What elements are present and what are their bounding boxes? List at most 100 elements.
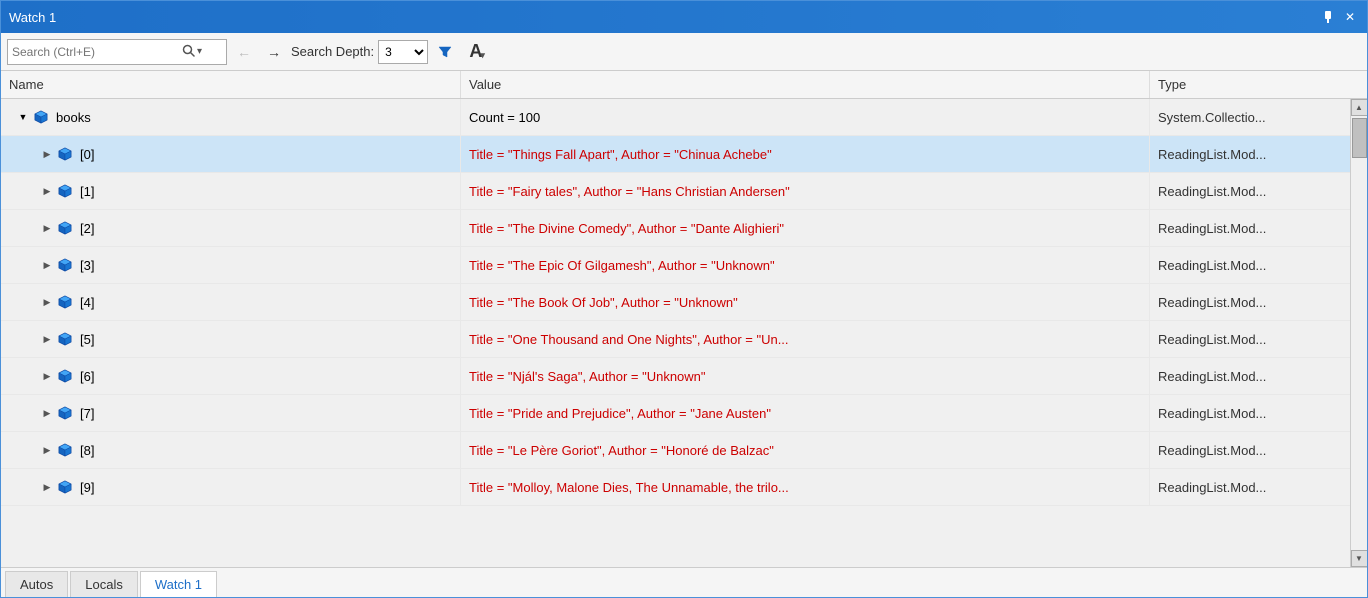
tab-watch-1[interactable]: Watch 1 — [140, 571, 217, 597]
title-bar-title: Watch 1 — [9, 10, 1311, 25]
cube-icon — [57, 331, 73, 347]
search-box: ▾ — [7, 39, 227, 65]
row-name-text: [8] — [80, 443, 94, 458]
search-input[interactable] — [12, 45, 182, 59]
cube-icon — [57, 257, 73, 273]
row-name-text: [1] — [80, 184, 94, 199]
cube-icon — [57, 183, 73, 199]
row-name-text: [2] — [80, 221, 94, 236]
row-name-text: books — [56, 110, 91, 125]
scrollbar-track: ▲ ▼ — [1350, 99, 1367, 567]
cell-value: Title = "Fairy tales", Author = "Hans Ch… — [461, 173, 1150, 209]
cube-icon — [57, 442, 73, 458]
font-size-button[interactable]: A ▾ — [462, 38, 492, 66]
cell-type: ReadingList.Mod... — [1150, 432, 1350, 468]
cell-name: ▶ [8] — [1, 432, 461, 468]
cube-icon — [57, 368, 73, 384]
search-icon — [182, 44, 195, 60]
expand-arrow[interactable]: ▶ — [41, 444, 53, 456]
table-content: ▼ booksCount = 100System.Collectio...▶ [… — [1, 99, 1367, 567]
row-name-text: [6] — [80, 369, 94, 384]
table-row[interactable]: ▶ [6]Title = "Njál's Saga", Author = "Un… — [1, 358, 1350, 395]
table-row[interactable]: ▼ booksCount = 100System.Collectio... — [1, 99, 1350, 136]
cell-value: Title = "The Book Of Job", Author = "Unk… — [461, 284, 1150, 320]
type-column-header: Type — [1150, 71, 1350, 98]
cell-value: Title = "The Divine Comedy", Author = "D… — [461, 210, 1150, 246]
table-row[interactable]: ▶ [1] Title = "Fairy tales", Author = "Ha… — [1, 173, 1350, 210]
tab-locals[interactable]: Locals — [70, 571, 138, 597]
row-name-text: [7] — [80, 406, 94, 421]
cell-name: ▶ [7] — [1, 395, 461, 431]
cell-value: Title = "Njál's Saga", Author = "Unknown… — [461, 358, 1150, 394]
watch-window: Watch 1 ✕ ▾ — [0, 0, 1368, 598]
scrollbar-up-button[interactable]: ▲ — [1351, 99, 1368, 116]
cell-value: Title = "Pride and Prejudice", Author = … — [461, 395, 1150, 431]
row-name-text: [4] — [80, 295, 94, 310]
cell-name: ▶ [2] — [1, 210, 461, 246]
search-depth-select[interactable]: 3 1 2 4 5 — [378, 40, 428, 64]
expand-arrow[interactable]: ▶ — [41, 185, 53, 197]
scrollbar-header-spacer — [1350, 71, 1367, 98]
cell-value: Title = "The Epic Of Gilgamesh", Author … — [461, 247, 1150, 283]
cube-icon — [57, 405, 73, 421]
expand-arrow[interactable]: ▶ — [41, 296, 53, 308]
cell-value: Title = "One Thousand and One Nights", A… — [461, 321, 1150, 357]
name-column-header: Name — [1, 71, 461, 98]
pin-button[interactable] — [1319, 8, 1337, 26]
close-button[interactable]: ✕ — [1341, 8, 1359, 26]
back-button[interactable]: ← — [231, 39, 257, 65]
scrollbar-down-button[interactable]: ▼ — [1351, 550, 1368, 567]
cell-type: ReadingList.Mod... — [1150, 358, 1350, 394]
cell-value: Title = "Le Père Goriot", Author = "Hono… — [461, 432, 1150, 468]
cell-name: ▶ [3] — [1, 247, 461, 283]
cell-type: ReadingList.Mod... — [1150, 136, 1350, 172]
expand-arrow[interactable]: ▶ — [41, 370, 53, 382]
table-header: Name Value Type — [1, 71, 1367, 99]
table-row[interactable]: ▶ [7]Title = "Pride and Prejudice", Auth… — [1, 395, 1350, 432]
cell-type: ReadingList.Mod... — [1150, 321, 1350, 357]
cell-name: ▶ [4] — [1, 284, 461, 320]
table-rows: ▼ booksCount = 100System.Collectio...▶ [… — [1, 99, 1350, 567]
expand-arrow[interactable]: ▶ — [41, 148, 53, 160]
row-name-text: [0] — [80, 147, 94, 162]
expand-arrow[interactable]: ▶ — [41, 259, 53, 271]
expand-arrow[interactable]: ▶ — [41, 333, 53, 345]
cell-name: ▼ books — [1, 99, 461, 135]
cube-icon — [57, 294, 73, 310]
tab-autos[interactable]: Autos — [5, 571, 68, 597]
table-row[interactable]: ▶ [0]Title = "Things Fall Apart", Author… — [1, 136, 1350, 173]
expand-arrow[interactable]: ▶ — [41, 222, 53, 234]
cell-name: ▶ [0] — [1, 136, 461, 172]
search-depth-label: Search Depth: — [291, 44, 374, 59]
toolbar: ▾ ← → Search Depth: 3 1 2 4 5 A ▾ — [1, 33, 1367, 71]
bottom-tabs: AutosLocalsWatch 1 — [1, 567, 1367, 597]
expand-arrow[interactable]: ▶ — [41, 481, 53, 493]
table-row[interactable]: ▶ [2]Title = "The Divine Comedy", Author… — [1, 210, 1350, 247]
search-dropdown-arrow[interactable]: ▾ — [197, 46, 202, 57]
cell-type: ReadingList.Mod... — [1150, 284, 1350, 320]
cell-type: ReadingList.Mod... — [1150, 247, 1350, 283]
row-name-text: [9] — [80, 480, 94, 495]
table-row[interactable]: ▶ [4]Title = "The Book Of Job", Author =… — [1, 284, 1350, 321]
cell-type: System.Collectio... — [1150, 99, 1350, 135]
filter-button[interactable] — [432, 39, 458, 65]
table-row[interactable]: ▶ [3]Title = "The Epic Of Gilgamesh", Au… — [1, 247, 1350, 284]
title-bar-controls: ✕ — [1319, 8, 1359, 26]
cell-value: Title = "Things Fall Apart", Author = "C… — [461, 136, 1150, 172]
cell-value: Title = "Molloy, Malone Dies, The Unnama… — [461, 469, 1150, 505]
cell-type: ReadingList.Mod... — [1150, 469, 1350, 505]
cube-icon — [57, 220, 73, 236]
search-icon-area: ▾ — [182, 44, 202, 60]
scrollbar-thumb[interactable] — [1352, 118, 1367, 158]
cell-name: ▶ [6] — [1, 358, 461, 394]
expand-arrow[interactable]: ▼ — [17, 111, 29, 123]
title-bar: Watch 1 ✕ — [1, 1, 1367, 33]
table-row[interactable]: ▶ [8]Title = "Le Père Goriot", Author = … — [1, 432, 1350, 469]
cube-icon — [33, 109, 49, 125]
expand-arrow[interactable]: ▶ — [41, 407, 53, 419]
table-row[interactable]: ▶ [9] Title = "Molloy, Malone Dies, The U… — [1, 469, 1350, 506]
table-row[interactable]: ▶ [5]Title = "One Thousand and One Night… — [1, 321, 1350, 358]
cube-icon — [57, 479, 73, 495]
forward-button[interactable]: → — [261, 39, 287, 65]
cube-icon — [57, 146, 73, 162]
